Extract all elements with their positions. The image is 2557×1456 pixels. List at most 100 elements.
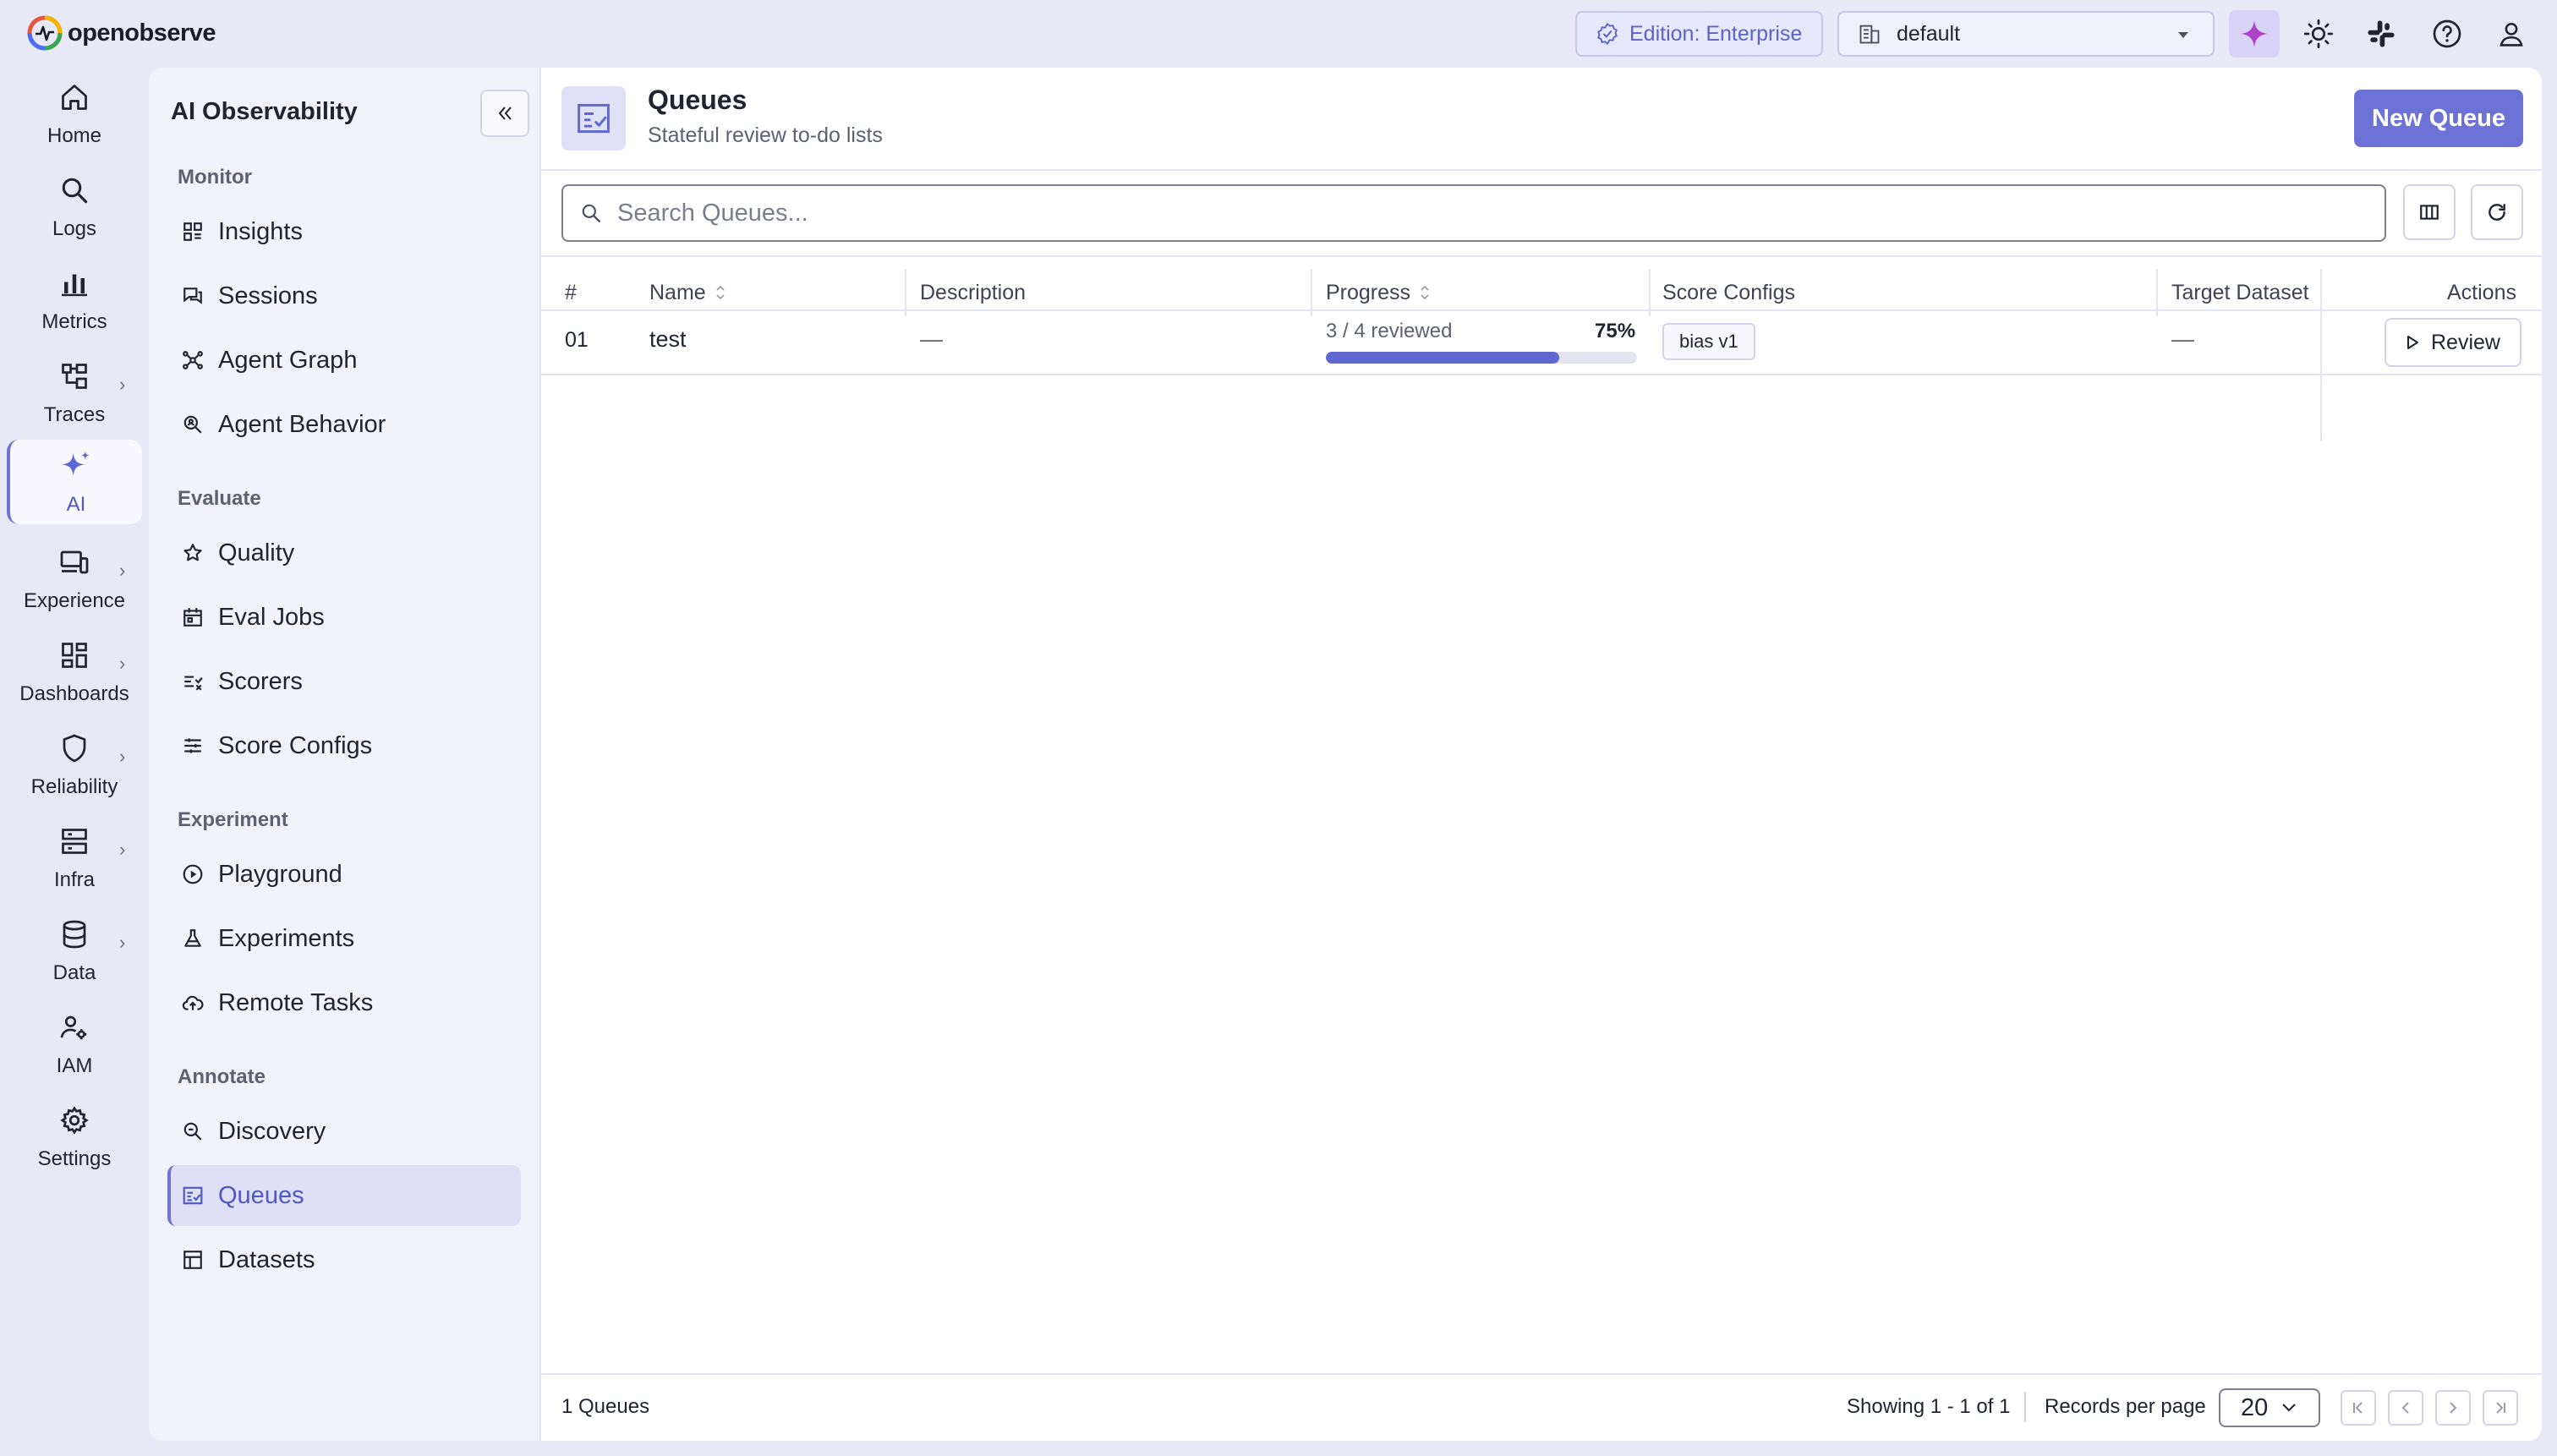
table-header-border <box>541 309 2542 311</box>
logo-text: openobserve <box>68 19 216 47</box>
actions-column-border <box>2320 269 2322 441</box>
user-icon <box>2500 22 2523 47</box>
section-heading-monitor: Monitor <box>178 166 252 189</box>
sidebar-item-agent-behavior[interactable]: Agent Behavior <box>167 394 521 455</box>
nav-label: Logs <box>52 217 97 240</box>
nav-label: Dashboards <box>19 682 129 705</box>
nav-label: AI <box>66 493 86 516</box>
ai-observability-sidebar: AI Observability Monitor Insights Sessio… <box>149 68 539 1441</box>
new-queue-button[interactable]: New Queue <box>2354 90 2523 147</box>
footer-separator <box>2024 1392 2026 1422</box>
refresh-button[interactable] <box>2471 184 2523 240</box>
collapse-sidebar-button[interactable] <box>480 90 529 137</box>
search-person-icon <box>181 413 205 436</box>
verified-icon <box>1597 22 1618 46</box>
cell-name: test <box>649 326 687 352</box>
sidebar-item-scorers[interactable]: Scorers <box>167 651 521 712</box>
header-divider <box>541 169 2542 171</box>
records-per-page-value: 20 <box>2241 1393 2269 1421</box>
shield-icon <box>56 730 93 767</box>
previous-page-button[interactable] <box>2388 1390 2423 1426</box>
dashboard-icon <box>56 637 93 674</box>
devices-icon <box>56 544 93 581</box>
table-row-border <box>541 374 2542 375</box>
cloud-upload-icon <box>181 991 205 1015</box>
search-icon <box>56 172 93 209</box>
home-icon <box>56 79 93 116</box>
sidebar-item-playground[interactable]: Playground <box>167 844 521 905</box>
queue-checklist-icon <box>181 1184 205 1207</box>
page-subtitle: Stateful review to-do lists <box>648 123 883 147</box>
pagination-summary: Showing 1 - 1 of 1 <box>1847 1395 2011 1418</box>
chevron-down-icon <box>2282 1404 2296 1412</box>
first-page-button[interactable] <box>2341 1390 2376 1426</box>
sidebar-item-sessions[interactable]: Sessions <box>167 265 521 326</box>
next-page-button[interactable] <box>2435 1390 2471 1426</box>
bar-chart-icon <box>56 265 93 302</box>
refresh-icon <box>2489 204 2505 221</box>
help-button[interactable] <box>2430 17 2464 51</box>
sidebar-item-label: Sessions <box>218 282 318 309</box>
records-per-page-select[interactable]: 20 <box>2219 1388 2320 1427</box>
nav-item-iam[interactable]: IAM <box>7 1001 142 1086</box>
organization-select[interactable]: default <box>1837 11 2215 57</box>
score-config-chip: bias v1 <box>1662 323 1755 360</box>
queue-page-icon <box>561 86 626 151</box>
sidebar-title: AI Observability <box>171 98 358 125</box>
sidebar-item-label: Insights <box>218 217 303 245</box>
sidebar-item-quality[interactable]: Quality <box>167 523 521 583</box>
edition-badge[interactable]: Edition: Enterprise <box>1575 11 1823 57</box>
sidebar-item-agent-graph[interactable]: Agent Graph <box>167 330 521 391</box>
users-icon <box>56 1009 93 1046</box>
section-heading-annotate: Annotate <box>178 1065 266 1088</box>
progress-percent: 75% <box>1595 320 1636 342</box>
sidebar-item-label: Datasets <box>218 1245 315 1273</box>
play-icon <box>2407 336 2418 349</box>
nav-item-settings[interactable]: Settings <box>7 1094 142 1179</box>
section-heading-evaluate: Evaluate <box>178 487 261 510</box>
graph-icon <box>181 348 205 372</box>
sidebar-item-experiments[interactable]: Experiments <box>167 908 521 969</box>
slack-button[interactable] <box>2364 17 2398 51</box>
sidebar-item-insights[interactable]: Insights <box>167 201 521 262</box>
building-icon <box>1859 25 1880 44</box>
chevron-right-icon: › <box>119 560 126 581</box>
sidebar-item-remote-tasks[interactable]: Remote Tasks <box>167 972 521 1033</box>
search-input[interactable] <box>617 199 2376 227</box>
section-heading-experiment: Experiment <box>178 808 288 831</box>
column-settings-button[interactable] <box>2403 184 2456 240</box>
nav-item-home[interactable]: Home <box>7 71 142 156</box>
nav-label: Settings <box>37 1147 112 1170</box>
app-logo[interactable]: openobserve <box>27 15 216 51</box>
search-bar[interactable] <box>561 184 2386 242</box>
nav-label: Reliability <box>30 775 118 798</box>
table-icon <box>181 1248 205 1272</box>
chevron-right-icon <box>2450 1402 2457 1414</box>
sparkle-icon <box>57 447 95 484</box>
sidebar-item-queues[interactable]: Queues <box>167 1165 521 1226</box>
ai-assistant-button[interactable] <box>2229 10 2280 57</box>
sidebar-item-label: Agent Behavior <box>218 410 386 438</box>
sidebar-item-eval-jobs[interactable]: Eval Jobs <box>167 587 521 648</box>
sidebar-item-score-configs[interactable]: Score Configs <box>167 715 521 776</box>
sidebar-item-label: Remote Tasks <box>218 988 374 1016</box>
sidebar-item-datasets[interactable]: Datasets <box>167 1229 521 1290</box>
last-page-button[interactable] <box>2483 1390 2518 1426</box>
chevron-left-icon <box>2401 1402 2409 1414</box>
sidebar-item-label: Experiments <box>218 924 355 952</box>
theme-toggle-button[interactable] <box>2302 17 2335 51</box>
sidebar-item-label: Agent Graph <box>218 346 358 374</box>
sidebar-item-label: Scorers <box>218 667 303 695</box>
server-icon <box>56 823 93 860</box>
sidebar-item-label: Discovery <box>218 1117 326 1145</box>
cell-description: — <box>920 326 943 352</box>
user-menu-button[interactable] <box>2494 17 2528 51</box>
review-button[interactable]: Review <box>2385 318 2521 367</box>
nav-item-ai[interactable]: AI <box>7 440 142 524</box>
sidebar-item-discovery[interactable]: Discovery <box>167 1101 521 1162</box>
progress-bar <box>1326 352 1637 364</box>
search-icon <box>582 204 600 222</box>
nav-item-metrics[interactable]: Metrics <box>7 257 142 342</box>
nav-label: Traces <box>43 403 106 426</box>
nav-item-logs[interactable]: Logs <box>7 164 142 249</box>
